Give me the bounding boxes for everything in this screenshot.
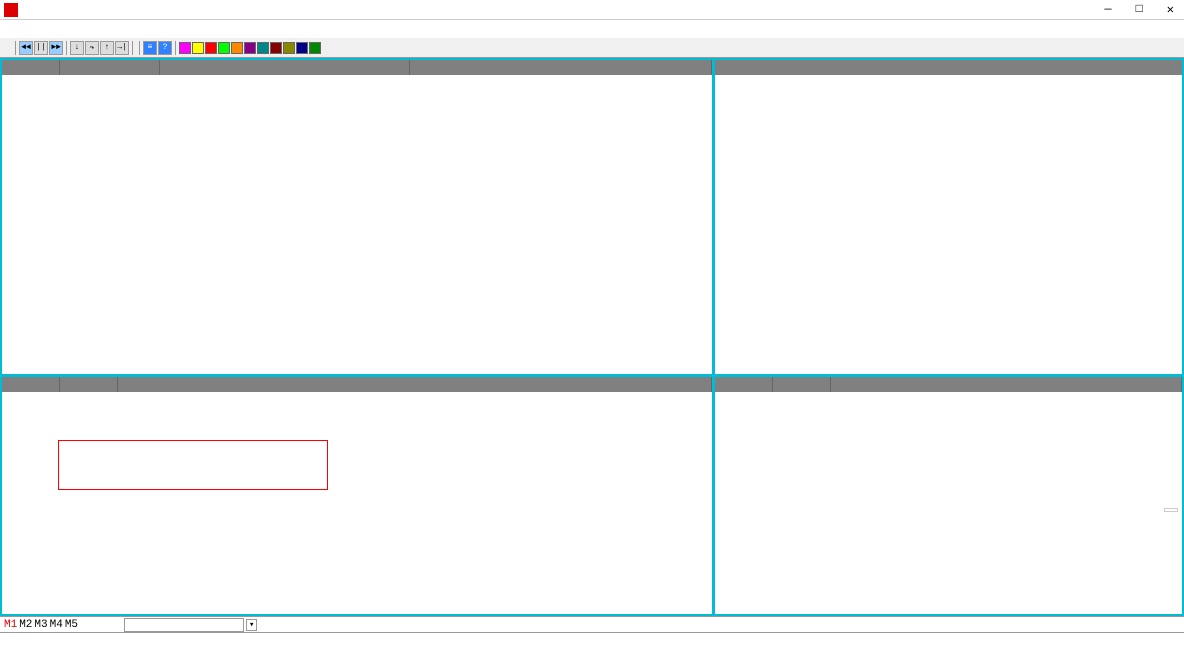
color-swatch[interactable] xyxy=(205,42,217,54)
marker-m5[interactable]: M5 xyxy=(65,619,78,631)
nav-back-button[interactable]: ◄◄ xyxy=(19,41,33,55)
marker-m3[interactable]: M3 xyxy=(34,619,47,631)
reg-body[interactable] xyxy=(715,75,1182,79)
color-toolbar xyxy=(179,42,321,54)
toolbar: ◄◄ || ►► ↓ ↷ ↑ →| ≡ ? xyxy=(0,38,1184,58)
dump-panel xyxy=(0,376,714,616)
step-out-button[interactable]: ↑ xyxy=(100,41,114,55)
run-to-button[interactable]: →| xyxy=(115,41,129,55)
maximize-button[interactable]: □ xyxy=(1130,2,1149,17)
color-swatch[interactable] xyxy=(296,42,308,54)
col-hex[interactable] xyxy=(60,60,160,75)
window-controls: ― □ ✕ xyxy=(1098,2,1180,17)
tool-button-2[interactable]: ? xyxy=(158,41,172,55)
command-bar: M1 M2 M3 M4 M5 ▾ xyxy=(0,616,1184,632)
highlight-box xyxy=(58,440,328,490)
color-swatch[interactable] xyxy=(244,42,256,54)
col-address[interactable] xyxy=(2,60,60,75)
col-comment[interactable] xyxy=(410,60,712,75)
disasm-rows[interactable] xyxy=(2,75,712,374)
col-disasm[interactable] xyxy=(160,60,410,75)
disassembly-panel xyxy=(0,58,714,376)
pause-button[interactable]: || xyxy=(34,41,48,55)
dump-header xyxy=(2,377,712,392)
titlebar: ― □ ✕ xyxy=(0,0,1184,20)
color-swatch[interactable] xyxy=(257,42,269,54)
color-swatch[interactable] xyxy=(192,42,204,54)
dump-col-addr[interactable] xyxy=(2,377,60,392)
minimize-button[interactable]: ― xyxy=(1098,2,1117,17)
reg-header xyxy=(715,60,1182,75)
color-swatch[interactable] xyxy=(231,42,243,54)
stack-col-addr[interactable] xyxy=(715,377,773,392)
stack-header xyxy=(715,377,1182,392)
menubar xyxy=(0,20,1184,38)
color-swatch[interactable] xyxy=(283,42,295,54)
registers-panel xyxy=(714,58,1184,376)
dump-col-cmt[interactable] xyxy=(118,377,712,392)
dropdown-button[interactable]: ▾ xyxy=(246,619,257,631)
stack-col-cmt[interactable] xyxy=(831,377,1182,392)
marker-m1[interactable]: M1 xyxy=(4,619,17,631)
color-swatch[interactable] xyxy=(309,42,321,54)
close-button[interactable]: ✕ xyxy=(1161,2,1180,17)
marker-m2[interactable]: M2 xyxy=(19,619,32,631)
color-swatch[interactable] xyxy=(179,42,191,54)
tool-button-1[interactable]: ≡ xyxy=(143,41,157,55)
marker-m4[interactable]: M4 xyxy=(50,619,63,631)
disasm-header xyxy=(2,60,712,75)
app-icon xyxy=(4,3,18,17)
color-swatch[interactable] xyxy=(270,42,282,54)
step-over-button[interactable]: ↷ xyxy=(85,41,99,55)
status-bar xyxy=(0,632,1184,646)
nav-fwd-button[interactable]: ►► xyxy=(49,41,63,55)
step-into-button[interactable]: ↓ xyxy=(70,41,84,55)
stack-panel xyxy=(714,376,1184,616)
command-input[interactable] xyxy=(124,618,244,632)
dump-col-val[interactable] xyxy=(60,377,118,392)
stack-col-val[interactable] xyxy=(773,377,831,392)
color-swatch[interactable] xyxy=(218,42,230,54)
ime-toolbar[interactable] xyxy=(1164,508,1178,512)
